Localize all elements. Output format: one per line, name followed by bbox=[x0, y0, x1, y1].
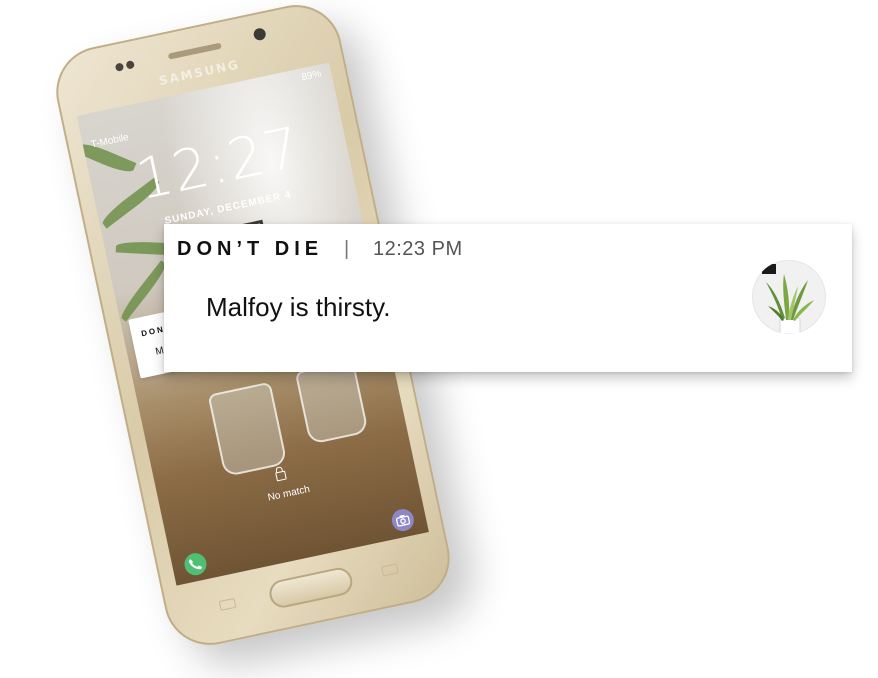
notification-message: Malfoy is thirsty. bbox=[206, 292, 391, 322]
camera-shortcut-button[interactable] bbox=[389, 507, 416, 534]
plant-icon bbox=[762, 264, 814, 334]
front-camera bbox=[252, 27, 267, 42]
notification-separator: | bbox=[344, 238, 350, 260]
unlock-status: No match bbox=[266, 483, 311, 504]
wallpaper-jar bbox=[207, 381, 288, 478]
back-key[interactable] bbox=[381, 563, 399, 577]
phone-speaker bbox=[167, 42, 222, 60]
lock-icon bbox=[275, 470, 287, 482]
wallpaper-jar bbox=[294, 359, 369, 445]
recent-apps-key[interactable] bbox=[218, 597, 237, 611]
carrier-label: T-Mobile bbox=[89, 131, 130, 151]
phone-call-button[interactable] bbox=[182, 551, 209, 578]
camera-icon bbox=[395, 514, 411, 527]
notification-app-name: DON’T DIE bbox=[177, 238, 324, 260]
notification-card[interactable]: DON’T DIE | 12:23 PM Malfoy is thirsty. bbox=[164, 224, 852, 372]
phone-icon bbox=[188, 559, 203, 570]
phone-sensors bbox=[114, 55, 138, 72]
notification-avatar bbox=[752, 260, 826, 334]
home-button[interactable] bbox=[266, 565, 355, 611]
notification-time: 12:23 PM bbox=[373, 238, 463, 260]
